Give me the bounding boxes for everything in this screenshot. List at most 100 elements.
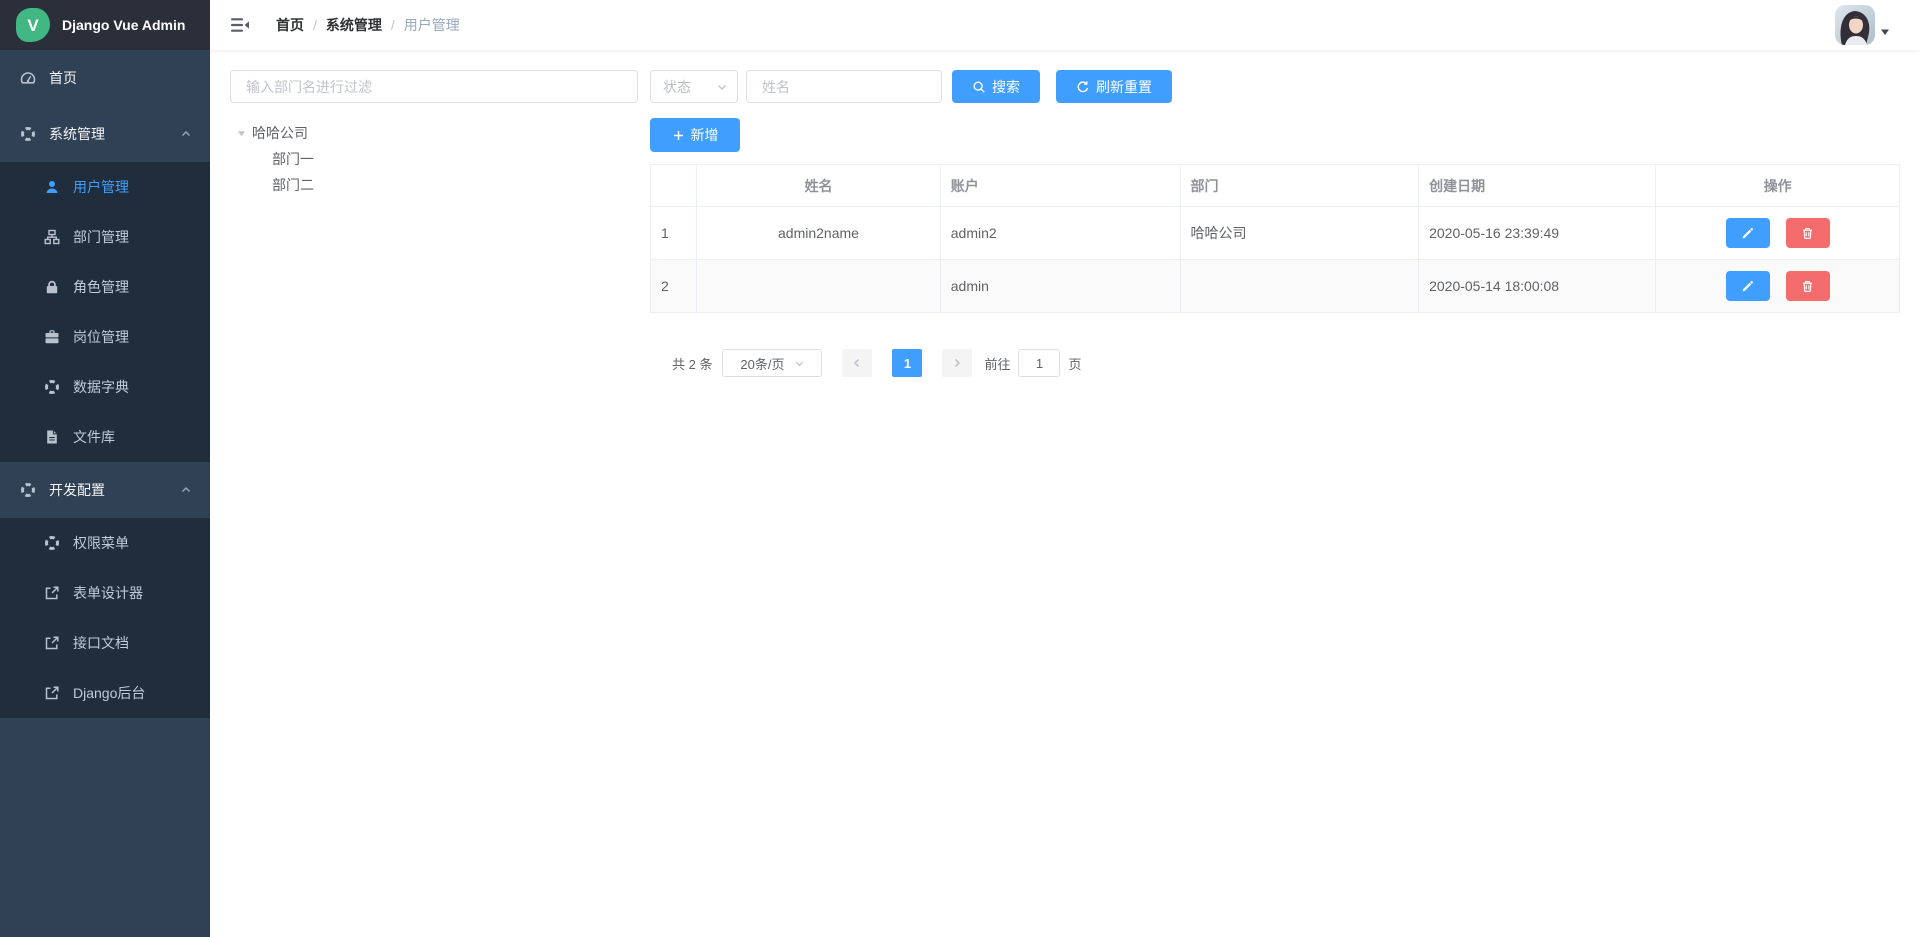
tree-icon xyxy=(44,229,60,245)
sidebar-item-label: 岗位管理 xyxy=(73,327,129,347)
breadcrumb-current: 用户管理 xyxy=(404,15,460,35)
user-avatar[interactable] xyxy=(1835,5,1875,45)
sidebar-group-system[interactable]: 系统管理 xyxy=(0,106,210,162)
col-index xyxy=(651,165,697,207)
goto-label: 前往 xyxy=(984,354,1010,373)
sidebar-item-label: 权限菜单 xyxy=(73,533,129,553)
app-logo[interactable]: V Django Vue Admin xyxy=(0,0,210,50)
user-panel: 状态 搜索 刷新重置 新增 xyxy=(650,70,1900,917)
trash-icon xyxy=(1801,227,1814,240)
sidebar-group-dev-config[interactable]: 开发配置 xyxy=(0,462,210,518)
submenu-dev: 权限菜单 表单设计器 接口文档 Django后台 xyxy=(0,518,210,718)
top-navbar: 首页 / 系统管理 / 用户管理 xyxy=(210,0,1920,50)
page-size-select[interactable]: 20条/页 xyxy=(722,349,822,377)
page-unit-label: 页 xyxy=(1068,354,1081,373)
sidebar-item-data-dictionary[interactable]: 数据字典 xyxy=(0,362,210,412)
sidebar: V Django Vue Admin 首页 系统管理 用户管理 xyxy=(0,0,210,937)
col-name: 姓名 xyxy=(697,165,941,207)
status-select-placeholder: 状态 xyxy=(663,77,691,97)
plus-icon xyxy=(672,129,685,142)
cell-name xyxy=(697,260,941,313)
edit-button[interactable] xyxy=(1726,218,1770,248)
page-number-1[interactable]: 1 xyxy=(892,349,922,377)
col-actions: 操作 xyxy=(1656,165,1900,207)
hamburger-icon[interactable] xyxy=(218,0,262,50)
prev-page-button[interactable] xyxy=(842,349,872,377)
chevron-down-icon xyxy=(716,81,728,93)
next-page-button[interactable] xyxy=(942,349,972,377)
sidebar-item-permission-menu[interactable]: 权限菜单 xyxy=(0,518,210,568)
breadcrumb-system[interactable]: 系统管理 xyxy=(326,15,382,35)
goto-page-input[interactable] xyxy=(1018,349,1060,377)
chevron-up-icon xyxy=(180,128,192,140)
external-link-icon xyxy=(44,585,60,601)
breadcrumb: 首页 / 系统管理 / 用户管理 xyxy=(276,15,460,35)
refresh-icon xyxy=(1076,80,1090,94)
page-size-value: 20条/页 xyxy=(740,354,784,373)
table-row: 2 admin 2020-05-14 18:00:08 xyxy=(651,260,1900,313)
caret-down-icon[interactable] xyxy=(1880,27,1890,37)
cell-department xyxy=(1180,260,1419,313)
sidebar-item-label: 部门管理 xyxy=(73,227,129,247)
tree-node-dept-1[interactable]: 部门一 xyxy=(230,146,638,172)
cell-department: 哈哈公司 xyxy=(1180,207,1419,260)
component-icon xyxy=(44,535,60,551)
sidebar-item-home[interactable]: 首页 xyxy=(0,50,210,106)
table-header-row: 姓名 账户 部门 创建日期 操作 xyxy=(651,165,1900,207)
goto-page: 前往 页 xyxy=(984,349,1081,377)
tree-node-dept-2[interactable]: 部门二 xyxy=(230,172,638,198)
sidebar-item-label: 角色管理 xyxy=(73,277,129,297)
department-tree: 哈哈公司 部门一 部门二 xyxy=(230,120,638,198)
breadcrumb-home[interactable]: 首页 xyxy=(276,15,304,35)
tree-node-label: 部门二 xyxy=(272,175,314,195)
sidebar-item-role-management[interactable]: 角色管理 xyxy=(0,262,210,312)
component-icon xyxy=(20,482,36,498)
cell-index: 2 xyxy=(651,260,697,313)
sidebar-item-api-docs[interactable]: 接口文档 xyxy=(0,618,210,668)
tree-node-company[interactable]: 哈哈公司 xyxy=(230,120,638,146)
department-filter-input[interactable] xyxy=(230,70,638,103)
sidebar-item-label: 数据字典 xyxy=(73,377,129,397)
sidebar-group-label: 系统管理 xyxy=(49,124,105,144)
search-icon xyxy=(972,80,986,94)
lock-icon xyxy=(44,279,60,295)
external-link-icon xyxy=(44,635,60,651)
edit-button[interactable] xyxy=(1726,271,1770,301)
user-icon xyxy=(44,179,60,195)
refresh-reset-label: 刷新重置 xyxy=(1096,77,1152,97)
sidebar-item-django-backend[interactable]: Django后台 xyxy=(0,668,210,718)
search-button[interactable]: 搜索 xyxy=(952,70,1040,103)
refresh-reset-button[interactable]: 刷新重置 xyxy=(1056,70,1172,103)
add-button[interactable]: 新增 xyxy=(650,118,740,152)
sidebar-item-file-library[interactable]: 文件库 xyxy=(0,412,210,462)
cell-actions xyxy=(1656,260,1900,313)
name-filter-input[interactable] xyxy=(746,70,942,103)
user-menu[interactable] xyxy=(1835,5,1904,45)
delete-button[interactable] xyxy=(1786,218,1830,248)
cell-account: admin2 xyxy=(940,207,1180,260)
briefcase-icon xyxy=(44,329,60,345)
caret-down-icon[interactable] xyxy=(230,129,252,138)
sidebar-item-label: 首页 xyxy=(49,68,77,88)
breadcrumb-separator: / xyxy=(313,17,317,33)
sidebar-item-user-management[interactable]: 用户管理 xyxy=(0,162,210,212)
sidebar-item-post-management[interactable]: 岗位管理 xyxy=(0,312,210,362)
user-table: 姓名 账户 部门 创建日期 操作 1 admin2name admin2 哈哈公… xyxy=(650,164,1900,313)
delete-button[interactable] xyxy=(1786,271,1830,301)
cell-actions xyxy=(1656,207,1900,260)
pagination: 共 2 条 20条/页 1 前往 页 xyxy=(672,349,1900,377)
external-link-icon xyxy=(44,685,60,701)
breadcrumb-separator: / xyxy=(391,17,395,33)
table-row: 1 admin2name admin2 哈哈公司 2020-05-16 23:3… xyxy=(651,207,1900,260)
cell-account: admin xyxy=(940,260,1180,313)
add-button-label: 新增 xyxy=(691,125,719,145)
submenu-system: 用户管理 部门管理 角色管理 岗位管理 xyxy=(0,162,210,462)
cell-index: 1 xyxy=(651,207,697,260)
sidebar-item-dept-management[interactable]: 部门管理 xyxy=(0,212,210,262)
sidebar-item-label: 接口文档 xyxy=(73,633,129,653)
sidebar-item-form-designer[interactable]: 表单设计器 xyxy=(0,568,210,618)
status-select[interactable]: 状态 xyxy=(650,70,738,103)
col-account: 账户 xyxy=(940,165,1180,207)
sidebar-group-label: 开发配置 xyxy=(49,480,105,500)
cell-created-date: 2020-05-16 23:39:49 xyxy=(1419,207,1656,260)
